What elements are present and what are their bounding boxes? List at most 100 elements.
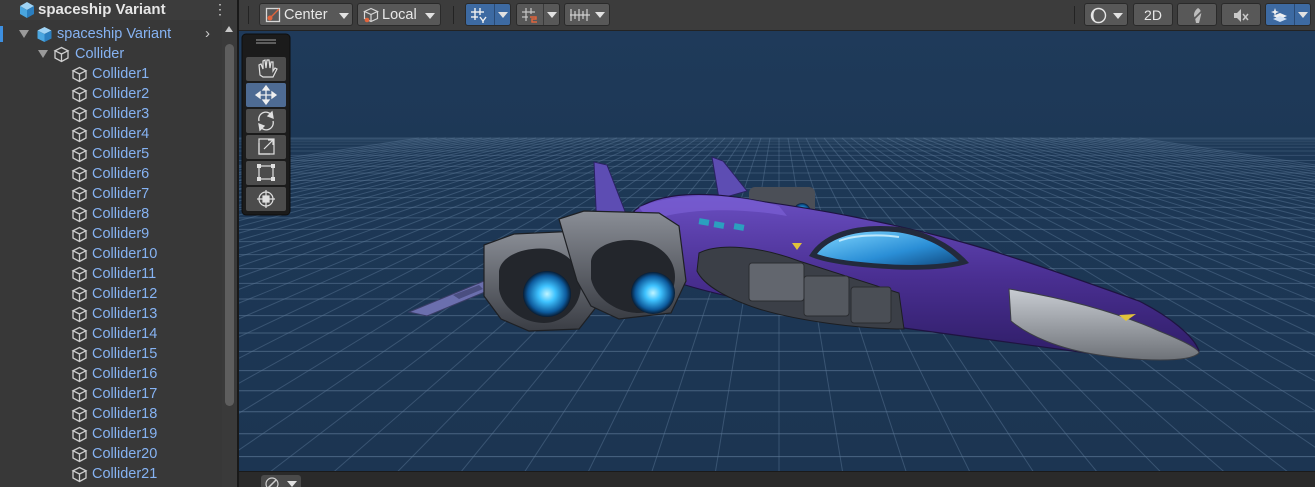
scene-toolbar: Center Local 2D [239,0,1315,31]
chevron-right-icon[interactable]: › [205,24,210,44]
chevron-down-icon [498,12,508,18]
scene-bottom-bar [239,471,1315,487]
gameobject-cube-icon [71,66,88,83]
effects-dropdown[interactable] [1265,3,1311,26]
chevron-down-icon [547,12,557,18]
increment-snapping-toggle[interactable] [516,3,560,26]
gameobject-cube-icon [71,366,88,383]
transform-tool-button[interactable] [246,187,286,211]
hierarchy-item-label: Collider13 [92,306,158,322]
hierarchy-item-label: Collider12 [92,286,158,302]
gameobject-cube-icon [71,326,88,343]
scroll-up-arrow-icon[interactable] [225,26,233,32]
tool-palette [241,33,291,216]
hierarchy-item-label: Collider4 [92,126,150,142]
hand-tool-button[interactable] [246,57,286,81]
rotation-mode-label: Local [382,7,417,23]
compass-icon [265,477,279,487]
hierarchy-item-label: spaceship Variant [57,26,172,42]
chevron-down-icon [339,13,349,19]
gameobject-cube-icon [71,86,88,103]
hierarchy-root-row[interactable]: spaceship Variant › [0,24,222,44]
gameobject-cube-icon [71,186,88,203]
hierarchy-item-label: Collider2 [92,86,150,102]
audio-toggle[interactable] [1221,3,1261,26]
toolbar-separator [248,6,249,24]
gameobject-cube-icon [71,466,88,483]
grid-snapping-toggle[interactable] [465,3,511,26]
gameobject-cube-icon [71,206,88,223]
gameobject-cube-icon [71,246,88,263]
toolbar-separator [1074,6,1075,24]
gameobject-cube-icon [71,166,88,183]
hierarchy-scrollbar[interactable] [222,20,237,487]
lighting-toggle[interactable] [1177,3,1217,26]
gameobject-cube-icon [71,146,88,163]
toolbar-separator [453,6,454,24]
gameobject-cube-icon [71,266,88,283]
scrollbar-thumb[interactable] [225,44,234,406]
hierarchy-item-label: Collider6 [92,166,150,182]
foldout-arrow-icon[interactable] [38,50,48,58]
gameobject-cube-icon [71,386,88,403]
hierarchy-item-label: Collider10 [92,246,158,262]
gameobject-cube-icon [71,126,88,143]
hierarchy-title: spaceship Variant [38,1,166,18]
chevron-down-icon [287,481,297,487]
snap-settings-dropdown[interactable] [564,3,610,26]
hierarchy-item-label: Collider1 [92,66,150,82]
chevron-down-icon [595,12,605,18]
chevron-down-icon [425,13,435,19]
hierarchy-item-label: Collider5 [92,146,150,162]
hierarchy-item-label: Collider15 [92,346,158,362]
scene-view: Center Local 2D [239,0,1315,487]
split-divider [494,4,495,25]
mode-2d-label: 2D [1144,7,1162,23]
hierarchy-item-label: Collider17 [92,386,158,402]
gameobject-cube-icon [71,306,88,323]
rect-tool-button[interactable] [246,161,286,185]
light-bulb-icon [1191,8,1203,23]
hierarchy-item-label: Collider9 [92,226,150,242]
local-rotation-icon [363,7,379,23]
hierarchy-item-label: Collider19 [92,426,158,442]
overlay-dropdown[interactable] [261,475,301,487]
chevron-down-icon [1298,12,1308,18]
prefab-cube-icon [37,27,52,42]
kebab-menu-icon[interactable]: ⋮ [213,2,227,16]
scene-viewport[interactable] [239,31,1315,471]
hierarchy-item-label: Collider11 [92,266,157,282]
draw-mode-dropdown[interactable] [1084,3,1128,26]
gameobject-cube-icon [71,426,88,443]
hierarchy-item-label: Collider18 [92,406,158,422]
layers-effects-icon [1271,8,1287,22]
hierarchy-item-label: Collider [75,46,125,62]
foldout-arrow-icon[interactable] [19,30,29,38]
scale-tool-button[interactable] [246,135,286,159]
hierarchy-item-label: Collider8 [92,206,150,222]
selection-marker [0,26,3,42]
hierarchy-item-label: Collider14 [92,326,158,342]
rotation-mode-dropdown[interactable]: Local [357,3,441,26]
increment-snap-icon [522,8,537,23]
prefab-cube-icon [20,2,34,18]
pivot-mode-dropdown[interactable]: Center [259,3,353,26]
pivot-mode-label: Center [284,7,328,23]
grid-snap-icon [471,8,487,23]
gameobject-cube-icon [71,106,88,123]
ruler-icon [570,9,590,21]
gameobject-cube-icon [71,346,88,363]
mode-2d-toggle[interactable]: 2D [1133,3,1173,26]
split-divider [1294,4,1295,25]
hierarchy-item-label: Collider3 [92,106,150,122]
hierarchy-item-label: Collider20 [92,446,158,462]
hierarchy-panel: spaceship Variant ⋮ spaceship Variant › Co… [0,0,237,487]
split-divider [543,4,544,25]
gameobject-cube-icon [71,446,88,463]
pivot-center-icon [265,7,281,23]
hierarchy-item-label: Collider21 [92,466,158,482]
move-tool-button[interactable] [246,83,286,107]
rotate-tool-button[interactable] [246,109,286,133]
hierarchy-item-label: Collider7 [92,186,150,202]
gameobject-cube-icon [71,286,88,303]
